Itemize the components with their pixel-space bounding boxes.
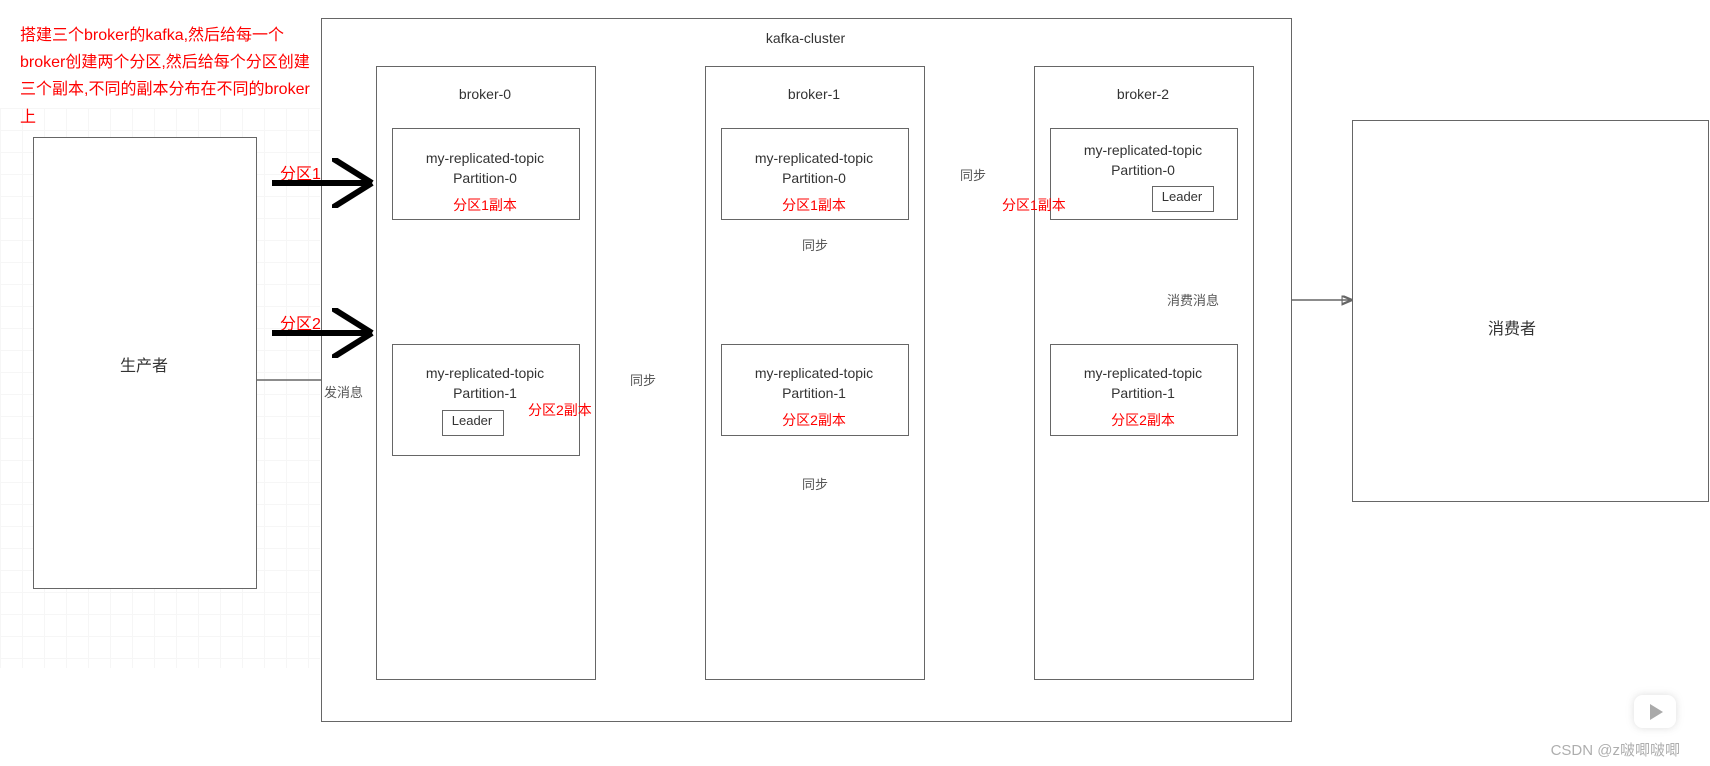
broker-1-label: broker-1 <box>705 86 923 102</box>
broker0-partition1-part: Partition-1 <box>392 385 578 401</box>
broker0-partition0-replica: 分区1副本 <box>392 195 578 215</box>
arrow-zone2 <box>272 313 392 353</box>
broker1-partition0-replica: 分区1副本 <box>721 195 907 215</box>
edge-label-send: 发消息 <box>322 382 365 401</box>
broker-0-label: broker-0 <box>376 86 594 102</box>
cluster-title: kafka-cluster <box>321 30 1290 46</box>
broker2-partition1-topic: my-replicated-topic <box>1050 365 1236 381</box>
diagram-canvas: 搭建三个broker的kafka,然后给每一个broker创建两个分区,然后给每… <box>0 0 1710 766</box>
arrow-zone1 <box>272 163 392 203</box>
play-widget[interactable] <box>1634 695 1676 728</box>
description-text: 搭建三个broker的kafka,然后给每一个broker创建两个分区,然后给每… <box>20 22 320 131</box>
broker2-partition1-part: Partition-1 <box>1050 385 1236 401</box>
broker0-partition1-replica: 分区2副本 <box>528 400 592 420</box>
play-icon <box>1650 704 1663 720</box>
edge-label-consume: 消费消息 <box>1165 290 1221 309</box>
broker2-partition0-part: Partition-0 <box>1050 162 1236 178</box>
broker2-partition1-replica: 分区2副本 <box>1050 410 1236 430</box>
consumer-label: 消费者 <box>1352 315 1672 339</box>
broker1-partition0-topic: my-replicated-topic <box>721 150 907 166</box>
edge-label-sync1: 同步 <box>628 370 658 389</box>
edge-label-sync3: 同步 <box>958 165 988 184</box>
broker1-partition1-replica: 分区2副本 <box>721 410 907 430</box>
broker2-partition0-leader: Leader <box>1152 189 1212 204</box>
broker1-partition0-part: Partition-0 <box>721 170 907 186</box>
broker2-partition0-topic: my-replicated-topic <box>1050 142 1236 158</box>
producer-label: 生产者 <box>33 352 255 376</box>
broker1-partition1-part: Partition-1 <box>721 385 907 401</box>
broker0-partition0-topic: my-replicated-topic <box>392 150 578 166</box>
broker1-partition1-topic: my-replicated-topic <box>721 365 907 381</box>
broker0-partition0-part: Partition-0 <box>392 170 578 186</box>
broker2-partition0-replica: 分区1副本 <box>1002 195 1066 215</box>
watermark: CSDN @z啵唧啵唧 <box>1551 739 1680 760</box>
edge-label-sync2: 同步 <box>800 474 830 493</box>
broker0-partition1-leader: Leader <box>442 413 502 428</box>
edge-label-sync4: 同步 <box>800 235 830 254</box>
broker0-partition1-topic: my-replicated-topic <box>392 365 578 381</box>
consumer-box <box>1352 120 1709 502</box>
broker-2-label: broker-2 <box>1034 86 1252 102</box>
